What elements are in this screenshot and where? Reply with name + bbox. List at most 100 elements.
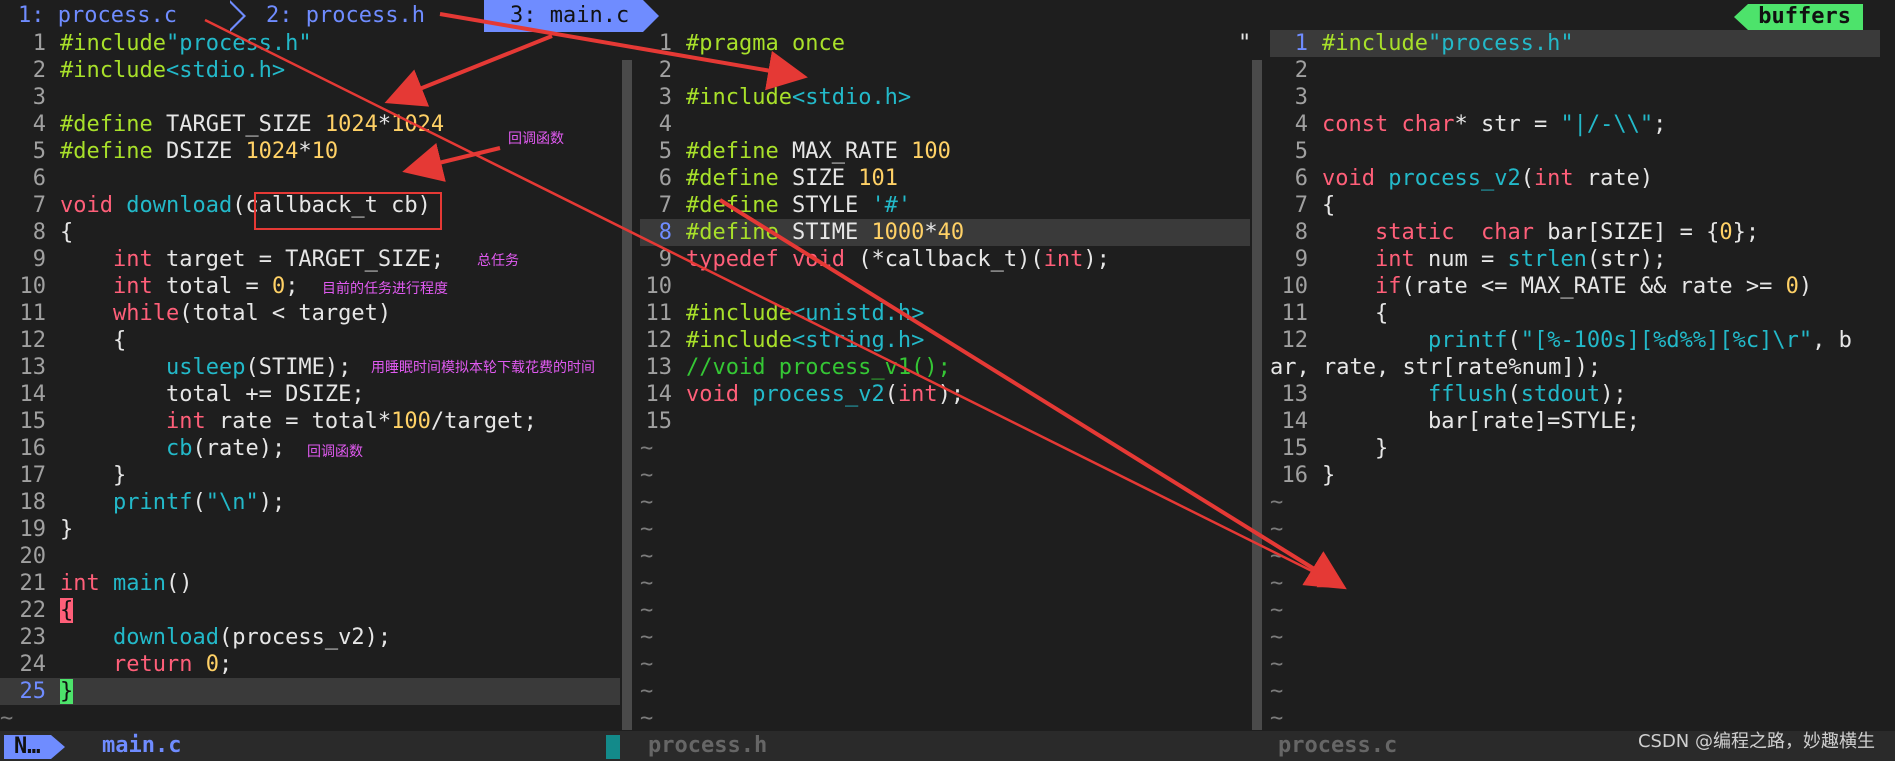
line-number: 6 xyxy=(658,166,672,191)
code-line[interactable]: 14 total += DSIZE; xyxy=(0,381,620,408)
code-token: void xyxy=(686,382,739,407)
code-line[interactable]: 11 while(total < target) xyxy=(0,300,620,327)
code-line[interactable]: 14 void process_v2(int); xyxy=(640,381,1250,408)
code-token: <string.h> xyxy=(791,328,925,353)
code-line[interactable]: 10 xyxy=(640,273,1250,300)
line-number: 14 xyxy=(1281,409,1309,434)
line-number: 17 xyxy=(19,463,47,488)
code-token: void xyxy=(1322,166,1375,191)
code-line[interactable]: 2 #include<stdio.h> xyxy=(0,57,620,84)
code-line-wrapped[interactable]: ar, rate, str[rate%num]); xyxy=(1270,354,1880,381)
code-line[interactable]: 10 if(rate <= MAX_RATE && rate >= 0) xyxy=(1270,273,1880,300)
line-number: 12 xyxy=(645,328,673,353)
line-number: 10 xyxy=(1281,274,1309,299)
code-line[interactable]: 12 printf("[%-100s][%d%%][%c]\r", b xyxy=(1270,327,1880,354)
code-token: { xyxy=(60,598,74,623)
line-number: 20 xyxy=(19,544,47,569)
code-line[interactable]: 17 } xyxy=(0,462,620,489)
tab-process-h[interactable]: 2: process.h xyxy=(266,0,425,32)
code-line[interactable]: 20 xyxy=(0,543,620,570)
code-line[interactable]: 18 printf("\n"); xyxy=(0,489,620,516)
code-token: }; xyxy=(1732,220,1760,245)
line-number: 3 xyxy=(658,85,672,110)
code-token: ar, rate, str[rate%num]); xyxy=(1270,355,1602,380)
line-number: 2 xyxy=(32,58,46,83)
tab-process-c[interactable]: 1: process.c xyxy=(18,0,177,32)
code-token: MAX_RATE xyxy=(778,139,912,164)
code-token: 101 xyxy=(858,166,898,191)
code-line[interactable]: 9 typedef void (*callback_t)(int); xyxy=(640,246,1250,273)
code-line[interactable]: 1 #include"process.h" xyxy=(1270,30,1880,57)
code-line[interactable]: 22 { xyxy=(0,597,620,624)
code-line[interactable]: 10 int total = 0; xyxy=(0,273,620,300)
code-line[interactable]: 12 { xyxy=(0,327,620,354)
code-line[interactable]: 21 int main() xyxy=(0,570,620,597)
code-line[interactable]: 2 xyxy=(1270,57,1880,84)
code-line[interactable]: 3 xyxy=(1270,84,1880,111)
code-line[interactable]: 13 //void process_v1(); xyxy=(640,354,1250,381)
line-number: 21 xyxy=(19,571,47,596)
code-token: int xyxy=(897,382,938,407)
code-token: ; xyxy=(285,274,299,299)
code-line[interactable]: 15 int rate = total*100/target; xyxy=(0,408,620,435)
line-number: 4 xyxy=(32,112,46,137)
code-line[interactable]: 6 xyxy=(0,165,620,192)
code-line[interactable]: 11 #include<unistd.h> xyxy=(640,300,1250,327)
line-number: 16 xyxy=(1281,463,1309,488)
code-line[interactable]: 9 int target = TARGET_SIZE; xyxy=(0,246,620,273)
empty-line-marker: ~ xyxy=(1270,625,1284,650)
code-line[interactable]: 6 #define SIZE 101 xyxy=(640,165,1250,192)
code-token: download xyxy=(112,625,219,650)
code-line[interactable]: 6 void process_v2(int rate) xyxy=(1270,165,1880,192)
code-line[interactable]: 13 fflush(stdout); xyxy=(1270,381,1880,408)
vertical-split-scrollbar-2[interactable] xyxy=(1252,60,1262,730)
code-token: * xyxy=(298,139,312,164)
code-line[interactable]: 14 bar[rate]=STYLE; xyxy=(1270,408,1880,435)
code-line[interactable]: 7 #define STYLE '#' xyxy=(640,192,1250,219)
code-line[interactable]: 25} xyxy=(0,678,620,705)
code-line[interactable]: 15 } xyxy=(1270,435,1880,462)
code-token: 0 xyxy=(205,652,219,677)
code-line[interactable]: 11 { xyxy=(1270,300,1880,327)
code-line[interactable]: 2 xyxy=(640,57,1250,84)
code-line[interactable]: 3 #include<stdio.h> xyxy=(640,84,1250,111)
code-line[interactable]: 1 #pragma once xyxy=(640,30,1250,57)
editor-pane-process-h[interactable]: 1 #pragma once 2 3 #include<stdio.h> 4 5 #defin… xyxy=(640,30,1250,732)
code-line[interactable]: 12 #include<string.h> xyxy=(640,327,1250,354)
code-line[interactable]: 1 #include"process.h" xyxy=(0,30,620,57)
code-token: ; xyxy=(218,652,233,677)
tabline: 1: process.c 2: process.h 3: main.c buff… xyxy=(0,0,1895,32)
code-line[interactable]: 7{ xyxy=(1270,192,1880,219)
code-line[interactable]: 15 xyxy=(640,408,1250,435)
code-line[interactable]: 4 xyxy=(640,111,1250,138)
code-line[interactable]: 8 static char bar[SIZE] = {0}; xyxy=(1270,219,1880,246)
code-line[interactable]: 5 #define MAX_RATE 100 xyxy=(640,138,1250,165)
line-number: 5 xyxy=(658,139,672,164)
editor-pane-process-c[interactable]: 1 #include"process.h" 2 3 4 const char* str =… xyxy=(1270,30,1880,732)
code-line[interactable]: 8 #define STIME 1000*40 xyxy=(640,219,1250,246)
code-token: SIZE xyxy=(778,166,859,191)
code-token: main xyxy=(113,571,166,596)
code-line[interactable]: 3 xyxy=(0,84,620,111)
tab-main-c[interactable]: 3: main.c xyxy=(484,0,660,32)
code-line[interactable]: 24 return 0; xyxy=(0,651,620,678)
code-token: ( xyxy=(1507,328,1521,353)
code-line[interactable]: 16} xyxy=(1270,462,1880,489)
code-line[interactable]: 19} xyxy=(0,516,620,543)
vertical-split-scrollbar[interactable] xyxy=(622,60,632,730)
line-number: 1 xyxy=(658,31,672,56)
code-line[interactable]: 5 xyxy=(1270,138,1880,165)
code-token: } xyxy=(1322,463,1336,488)
code-line[interactable]: 4 const char* str = "|/-\\"; xyxy=(1270,111,1880,138)
code-token: total += DSIZE; xyxy=(60,382,365,407)
code-line[interactable]: 9 int num = strlen(str); xyxy=(1270,246,1880,273)
code-line[interactable]: 23 download(process_v2); xyxy=(0,624,620,651)
code-token: 100 xyxy=(391,409,431,434)
code-token: ( xyxy=(884,382,898,407)
code-token: (*callback_t)( xyxy=(844,247,1044,272)
